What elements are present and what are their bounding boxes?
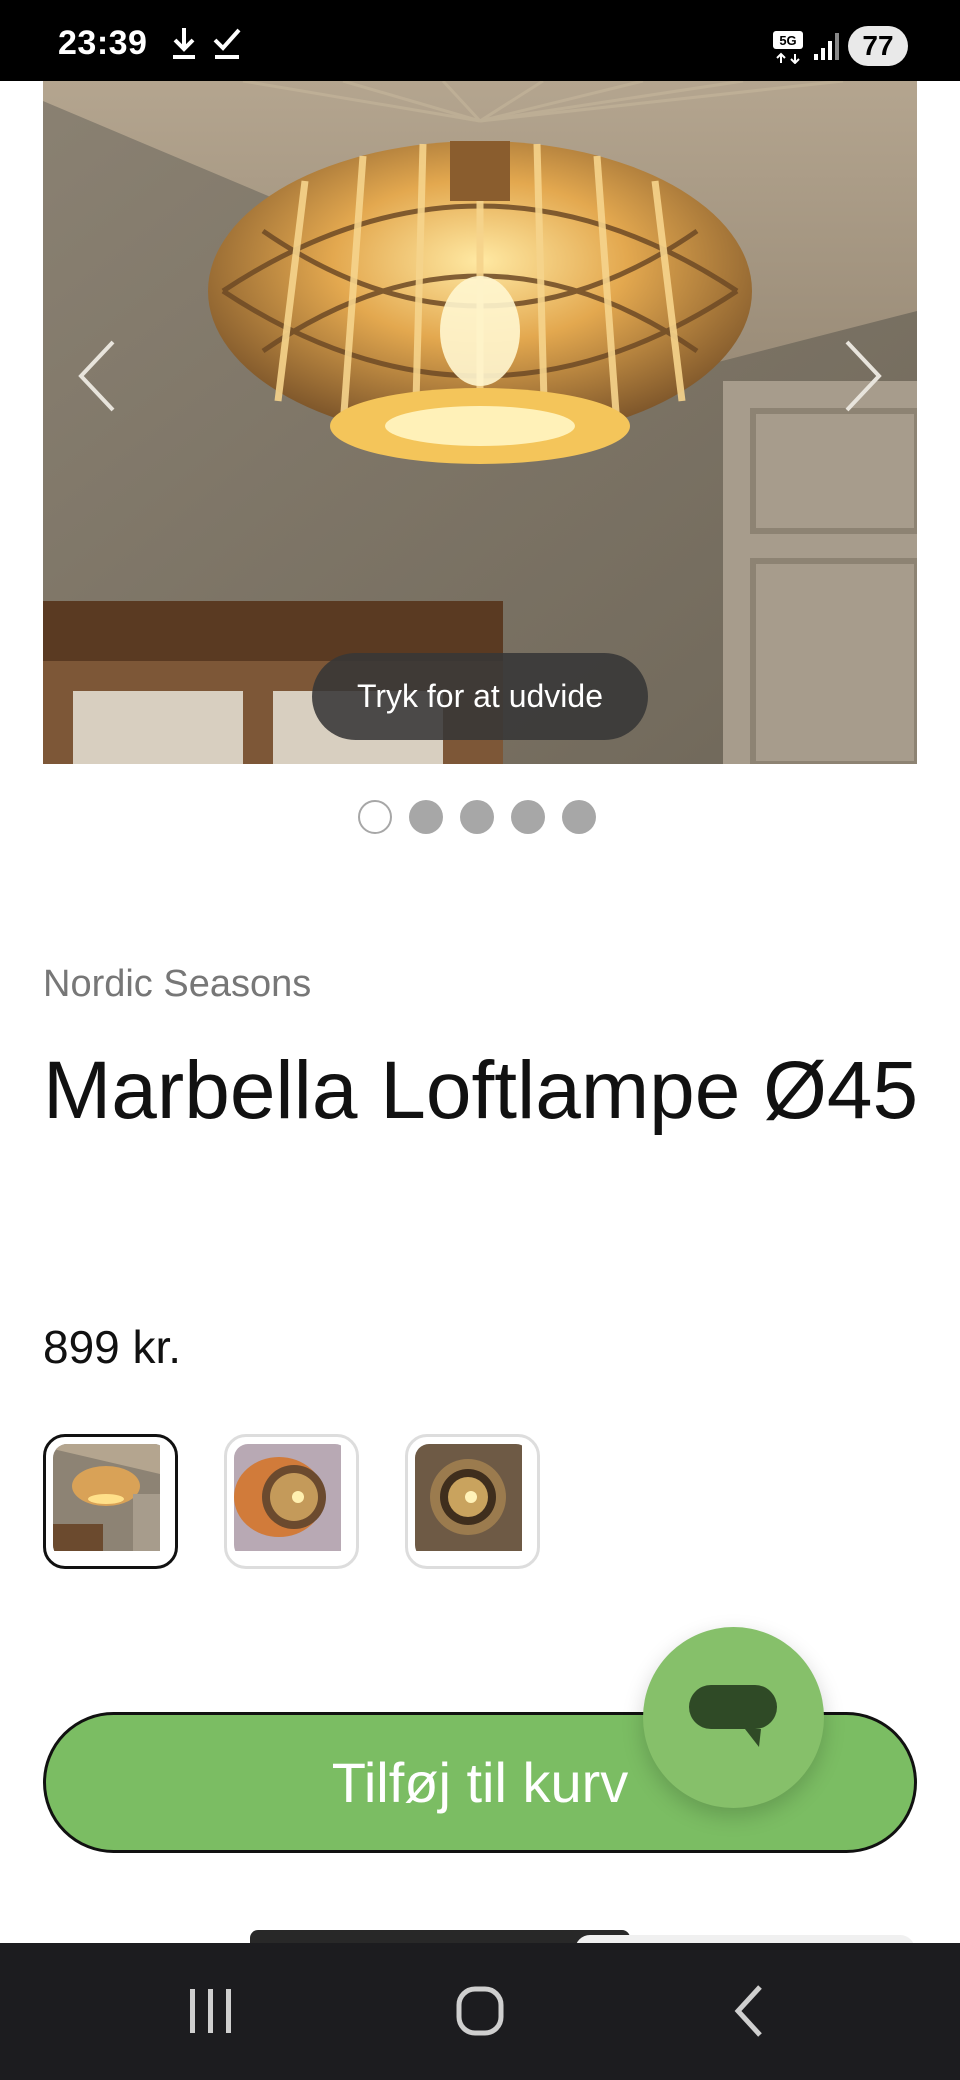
chevron-left-icon[interactable]: [73, 336, 123, 416]
battery-indicator: 77: [848, 26, 908, 66]
chevron-right-icon[interactable]: [837, 336, 887, 416]
network-label: 5G: [779, 33, 796, 48]
status-time: 23:39: [58, 24, 148, 62]
download-icon: [173, 28, 195, 59]
variant-thumbnail-wall-copper[interactable]: [224, 1434, 359, 1569]
home-icon[interactable]: [455, 1983, 505, 2039]
gallery-pagination: [358, 800, 596, 834]
system-navigation-bar: [0, 1943, 960, 2080]
pagination-dot[interactable]: [511, 800, 545, 834]
chat-bubble-icon: [689, 1685, 777, 1747]
signal-icon: [814, 33, 839, 60]
variant-image: [53, 1444, 160, 1551]
variant-image: [415, 1444, 522, 1551]
product-image-gallery[interactable]: Tryk for at udvide: [43, 81, 917, 764]
variant-thumbnail-wall-dark[interactable]: [405, 1434, 540, 1569]
status-bar: 23:39 5G 77: [0, 0, 960, 81]
variant-selector: [43, 1434, 540, 1569]
pagination-dot[interactable]: [358, 800, 392, 834]
product-price: 899 kr.: [43, 1321, 182, 1373]
pagination-dot[interactable]: [409, 800, 443, 834]
product-brand[interactable]: Nordic Seasons: [43, 963, 311, 1006]
pagination-dot[interactable]: [460, 800, 494, 834]
pagination-dot[interactable]: [562, 800, 596, 834]
network-5g-icon: 5G: [773, 31, 803, 64]
variant-thumbnail-ceiling[interactable]: [43, 1434, 178, 1569]
product-title: Marbella Loftlampe Ø45: [43, 1045, 919, 1136]
recents-icon[interactable]: [186, 1983, 236, 2039]
variant-image: [234, 1444, 341, 1551]
expand-hint[interactable]: Tryk for at udvide: [312, 653, 648, 740]
chat-button[interactable]: [643, 1627, 824, 1808]
check-icon: [213, 28, 241, 59]
back-icon[interactable]: [730, 1983, 770, 2039]
